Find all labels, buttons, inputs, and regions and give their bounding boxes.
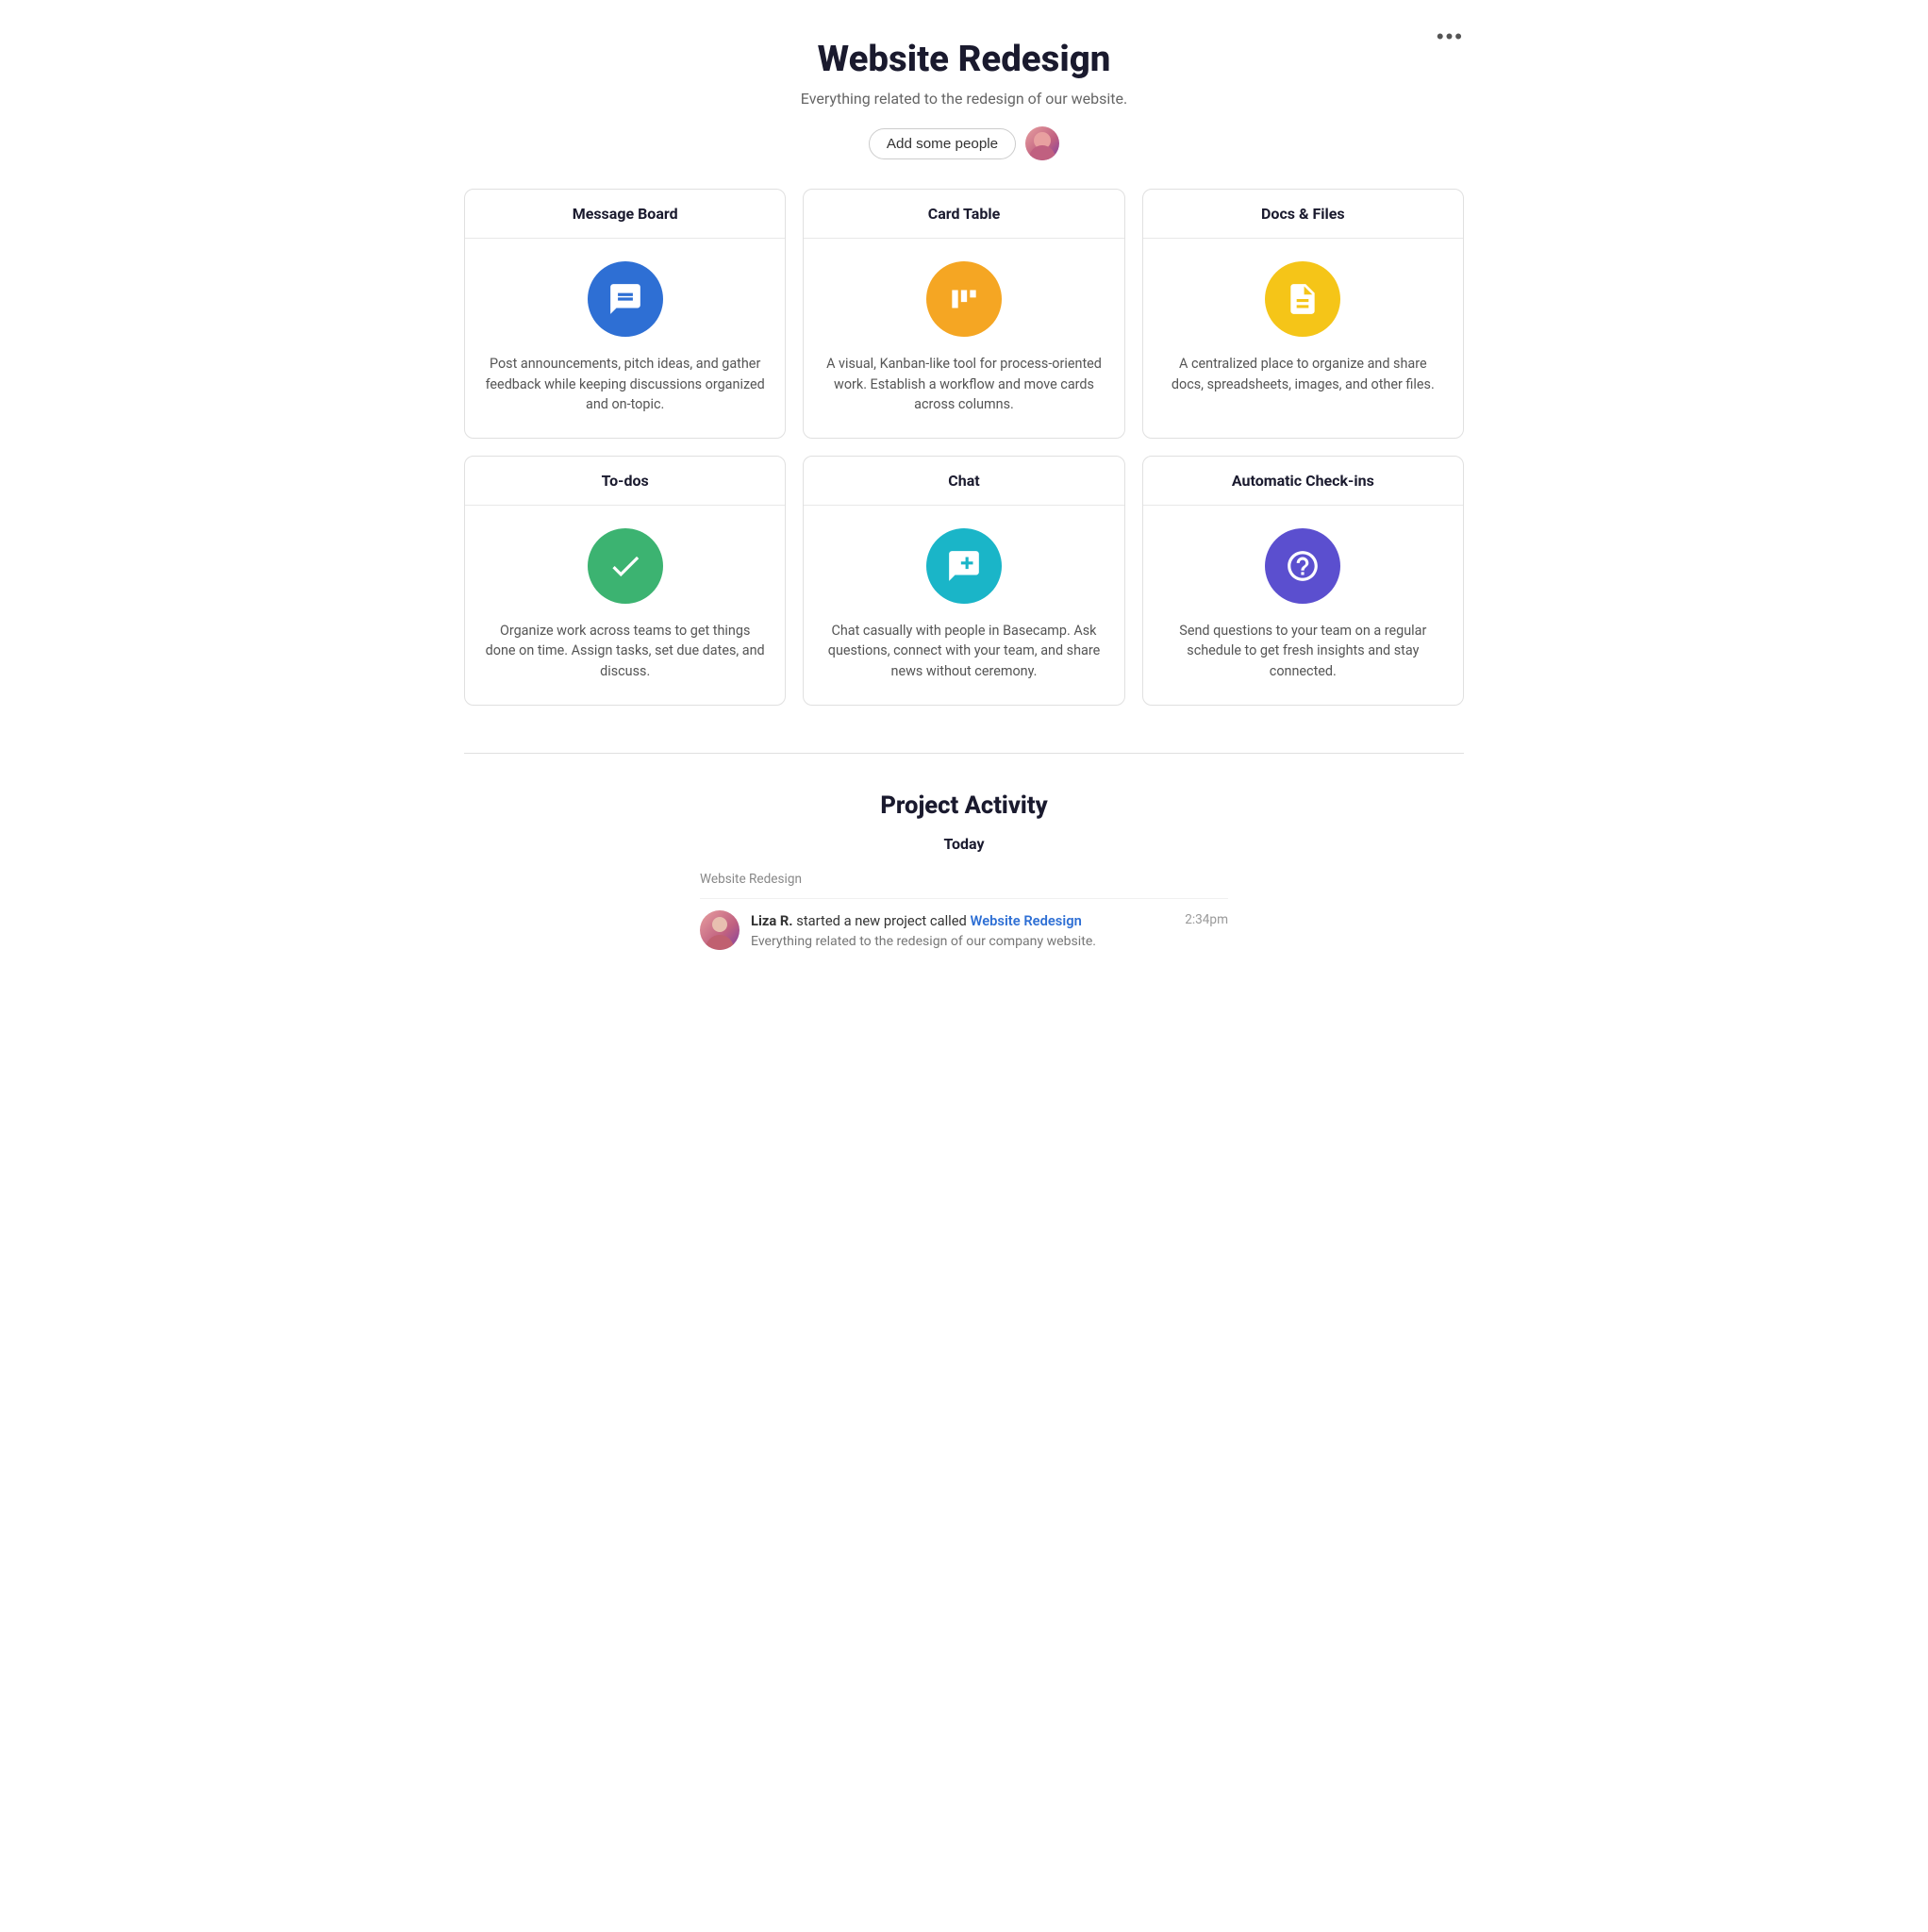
tools-grid: Message Board Post announcements, pitch … bbox=[464, 189, 1464, 706]
activity-content: Liza R. started a new project called Web… bbox=[751, 910, 1173, 949]
docs-files-icon bbox=[1265, 261, 1340, 337]
tool-card-title-automatic-checkins: Automatic Check-ins bbox=[1143, 457, 1463, 506]
tool-card-title-card-table: Card Table bbox=[804, 190, 1123, 239]
tool-card-title-chat: Chat bbox=[804, 457, 1123, 506]
activity-group: Website Redesign Liza R. started a new p… bbox=[700, 872, 1228, 961]
tool-card-title-docs-files: Docs & Files bbox=[1143, 190, 1463, 239]
activity-avatar bbox=[700, 910, 740, 950]
page-header: Website Redesign Everything related to t… bbox=[464, 38, 1464, 160]
tool-desc-message-board: Post announcements, pitch ideas, and gat… bbox=[484, 354, 766, 415]
tool-card-card-table[interactable]: Card Table A visual, Kanban-like tool fo… bbox=[803, 189, 1124, 439]
page-subtitle: Everything related to the redesign of ou… bbox=[464, 90, 1464, 108]
card-table-icon bbox=[926, 261, 1002, 337]
activity-group-label: Website Redesign bbox=[700, 872, 1228, 889]
tool-card-message-board[interactable]: Message Board Post announcements, pitch … bbox=[464, 189, 786, 439]
tool-card-automatic-checkins[interactable]: Automatic Check-ins Send questions to yo… bbox=[1142, 456, 1464, 706]
activity-user: Liza R. bbox=[751, 912, 793, 929]
activity-link[interactable]: Website Redesign bbox=[971, 912, 1082, 929]
today-label: Today bbox=[464, 835, 1464, 853]
page-title: Website Redesign bbox=[464, 38, 1464, 80]
tool-desc-to-dos: Organize work across teams to get things… bbox=[484, 621, 766, 682]
tool-card-docs-files[interactable]: Docs & Files A centralized place to orga… bbox=[1142, 189, 1464, 439]
avatar[interactable] bbox=[1025, 126, 1059, 160]
activity-item: Liza R. started a new project called Web… bbox=[700, 898, 1228, 961]
add-people-button[interactable]: Add some people bbox=[869, 128, 1016, 159]
tool-card-to-dos[interactable]: To-dos Organize work across teams to get… bbox=[464, 456, 786, 706]
tool-card-title-to-dos: To-dos bbox=[465, 457, 785, 506]
tool-desc-docs-files: A centralized place to organize and shar… bbox=[1162, 354, 1444, 394]
page-container: ••• Website Redesign Everything related … bbox=[445, 0, 1483, 999]
tool-card-title-message-board: Message Board bbox=[465, 190, 785, 239]
tool-desc-automatic-checkins: Send questions to your team on a regular… bbox=[1162, 621, 1444, 682]
activity-title: Project Activity bbox=[464, 791, 1464, 820]
activity-time: 2:34pm bbox=[1185, 910, 1228, 927]
message-board-icon bbox=[588, 261, 663, 337]
chat-icon bbox=[926, 528, 1002, 604]
header-actions: Add some people bbox=[464, 126, 1464, 160]
todos-icon bbox=[588, 528, 663, 604]
checkins-icon bbox=[1265, 528, 1340, 604]
activity-text: Liza R. started a new project called Web… bbox=[751, 910, 1173, 931]
tool-desc-chat: Chat casually with people in Basecamp. A… bbox=[823, 621, 1105, 682]
tool-card-chat[interactable]: Chat Chat casually with people in Baseca… bbox=[803, 456, 1124, 706]
project-activity: Project Activity Today Website Redesign … bbox=[464, 753, 1464, 961]
activity-sub: Everything related to the redesign of ou… bbox=[751, 934, 1173, 949]
tool-desc-card-table: A visual, Kanban-like tool for process-o… bbox=[823, 354, 1105, 415]
more-options-button[interactable]: ••• bbox=[1427, 19, 1473, 55]
